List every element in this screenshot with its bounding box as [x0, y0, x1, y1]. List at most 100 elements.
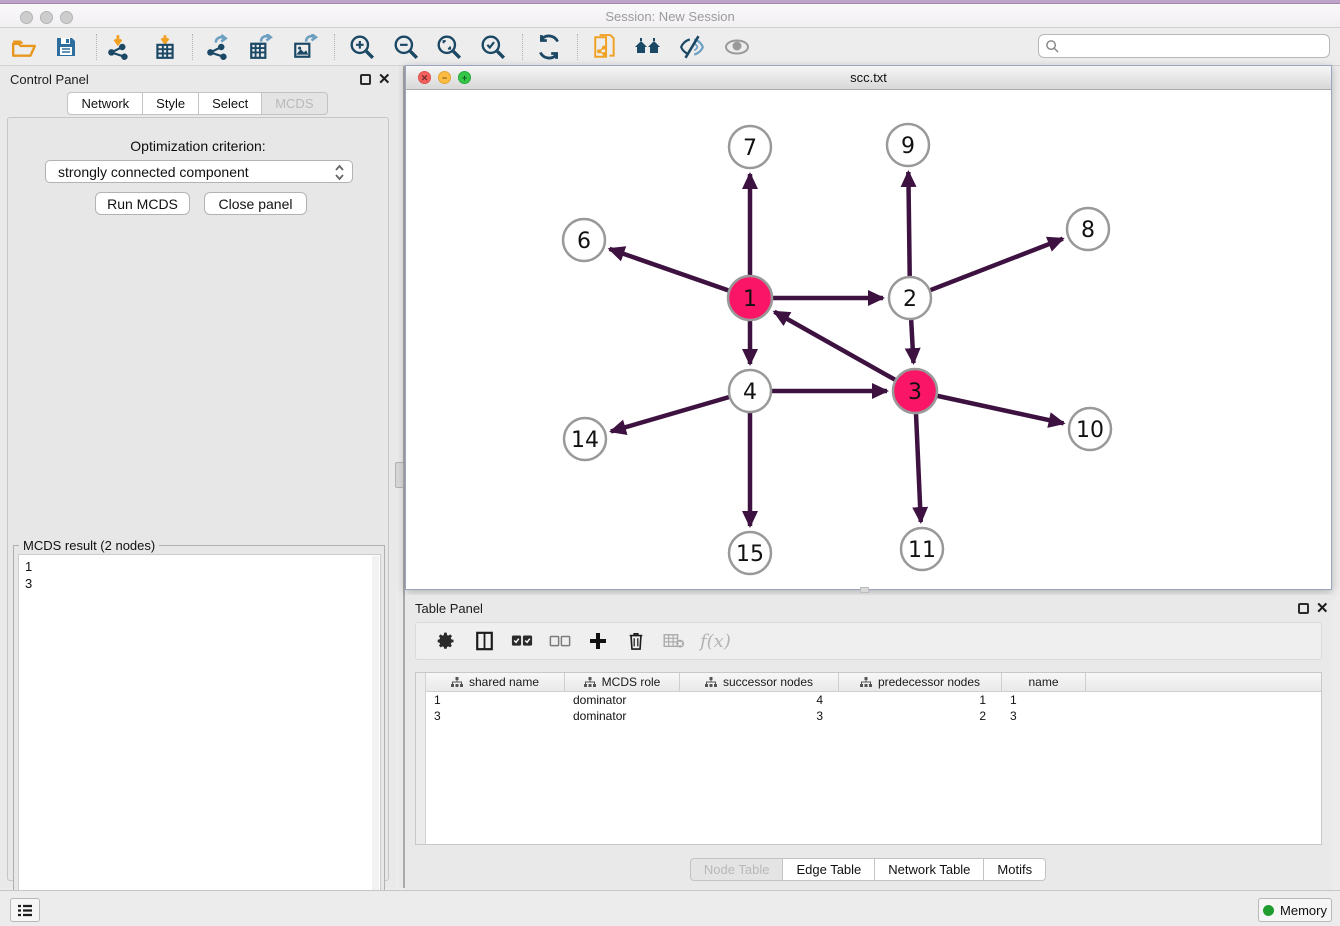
export-table-icon[interactable]: [245, 31, 277, 63]
column-header-successor-nodes[interactable]: successor nodes: [680, 673, 839, 691]
graph-node-14[interactable]: 14: [564, 418, 606, 460]
panel-splitter-grip[interactable]: [395, 462, 404, 488]
network-window-titlebar[interactable]: ✕ − + scc.txt: [406, 66, 1331, 90]
cell-mcds-role[interactable]: dominator: [565, 692, 680, 708]
graph-node-15[interactable]: 15: [729, 532, 771, 574]
sort-hierarchy-icon: [705, 677, 717, 688]
search-input[interactable]: [1060, 36, 1329, 56]
task-history-button[interactable]: [10, 898, 40, 922]
table-panel-title: Table Panel: [415, 601, 483, 616]
close-panel-button[interactable]: Close panel: [204, 192, 307, 215]
graph-node-2[interactable]: 2: [889, 277, 931, 319]
graph-node-10[interactable]: 10: [1069, 408, 1111, 450]
graph-edge-3-10[interactable]: [937, 396, 1063, 423]
sort-hierarchy-icon: [860, 677, 872, 688]
main-toolbar: [0, 28, 1340, 66]
graph-node-6[interactable]: 6: [563, 219, 605, 261]
create-new-column-icon[interactable]: [586, 629, 610, 653]
new-network-from-file-icon[interactable]: [589, 31, 621, 63]
mcds-result-title: MCDS result (2 nodes): [19, 538, 159, 553]
tab-network-table[interactable]: Network Table: [874, 858, 984, 881]
graph-edge-1-6[interactable]: [609, 249, 728, 291]
table-options-gear-icon[interactable]: [434, 629, 458, 653]
table-row[interactable]: 1 dominator 4 1 1: [426, 692, 1321, 708]
tab-motifs[interactable]: Motifs: [983, 858, 1046, 881]
graph-node-9[interactable]: 9: [887, 124, 929, 166]
import-network-icon[interactable]: [103, 31, 135, 63]
tab-select[interactable]: Select: [198, 92, 262, 115]
cell-successor-nodes[interactable]: 4: [680, 692, 839, 708]
result-line: 1: [25, 558, 374, 575]
tab-edge-table[interactable]: Edge Table: [782, 858, 875, 881]
tab-mcds[interactable]: MCDS: [261, 92, 327, 115]
graph-edge-2-3[interactable]: [911, 320, 913, 363]
show-all-networks-icon[interactable]: [632, 31, 664, 63]
memory-button[interactable]: Memory: [1258, 898, 1332, 922]
graph-edge-4-14[interactable]: [611, 397, 729, 431]
search-input-container: [1038, 34, 1330, 58]
cell-predecessor-nodes[interactable]: 1: [839, 692, 1002, 708]
network-canvas[interactable]: 1 2 3 4 6 7 8 9 10 11 14 15: [406, 90, 1331, 589]
tab-style[interactable]: Style: [142, 92, 199, 115]
graph-node-8[interactable]: 8: [1067, 208, 1109, 250]
refresh-icon[interactable]: [533, 31, 565, 63]
open-session-icon[interactable]: [8, 31, 40, 63]
float-table-panel-icon[interactable]: [1298, 603, 1309, 614]
graph-edge-2-9[interactable]: [908, 172, 909, 276]
cell-successor-nodes[interactable]: 3: [680, 708, 839, 724]
criterion-dropdown[interactable]: strongly connected component: [45, 160, 353, 183]
tab-network[interactable]: Network: [67, 92, 143, 115]
select-all-checkboxes-icon[interactable]: [510, 629, 534, 653]
graph-node-3[interactable]: 3: [893, 369, 937, 413]
delete-columns-icon[interactable]: [624, 629, 648, 653]
show-graphics-details-icon[interactable]: [721, 31, 753, 63]
graph-node-7[interactable]: 7: [729, 126, 771, 168]
zoom-in-icon[interactable]: [346, 31, 378, 63]
graph-node-11[interactable]: 11: [901, 528, 943, 570]
column-header-shared-name[interactable]: shared name: [426, 673, 565, 691]
graph-edge-2-8[interactable]: [931, 239, 1063, 290]
memory-status-icon: [1263, 905, 1274, 916]
zoom-fit-icon[interactable]: [433, 31, 465, 63]
canvas-resize-grip[interactable]: [860, 587, 869, 593]
tab-node-table[interactable]: Node Table: [690, 858, 784, 881]
save-session-icon[interactable]: [50, 31, 82, 63]
graph-node-label: 1: [743, 287, 757, 312]
column-header-mcds-role[interactable]: MCDS role: [565, 673, 680, 691]
import-table-icon[interactable]: [149, 31, 181, 63]
graph-node-label: 6: [577, 229, 591, 254]
cell-mcds-role[interactable]: dominator: [565, 708, 680, 724]
cell-name[interactable]: 1: [1002, 692, 1086, 708]
cell-shared-name[interactable]: 3: [426, 708, 565, 724]
column-header-name[interactable]: name: [1002, 673, 1086, 691]
graph-edge-3-1[interactable]: [774, 312, 895, 380]
unselect-all-checkboxes-icon[interactable]: [548, 629, 572, 653]
column-label: successor nodes: [723, 675, 813, 689]
toolbar-separator: [192, 34, 193, 60]
table-row[interactable]: 3 dominator 3 2 3: [426, 708, 1321, 724]
float-panel-icon[interactable]: [360, 74, 371, 85]
graph-edge-3-11[interactable]: [916, 414, 921, 522]
zoom-selected-icon[interactable]: [477, 31, 509, 63]
cell-shared-name[interactable]: 1: [426, 692, 565, 708]
cell-predecessor-nodes[interactable]: 2: [839, 708, 1002, 724]
show-column-icon[interactable]: [472, 629, 496, 653]
graph-node-4[interactable]: 4: [729, 370, 771, 412]
result-line: 3: [25, 575, 374, 592]
network-window-title: scc.txt: [406, 70, 1331, 85]
column-header-predecessor-nodes[interactable]: predecessor nodes: [839, 673, 1002, 691]
zoom-out-icon[interactable]: [390, 31, 422, 63]
export-image-icon[interactable]: [289, 31, 321, 63]
table-panel: Table Panel ✕ f(x): [405, 595, 1332, 890]
result-scrollbar[interactable]: [372, 556, 379, 909]
export-network-icon[interactable]: [202, 31, 234, 63]
mcds-result-textarea[interactable]: 1 3: [18, 554, 381, 909]
table-header-row: shared name MCDS role successor nodes pr…: [426, 673, 1321, 692]
cell-name[interactable]: 3: [1002, 708, 1086, 724]
graph-node-1[interactable]: 1: [728, 276, 772, 320]
close-panel-icon[interactable]: ✕: [378, 70, 391, 88]
hide-graphics-details-icon[interactable]: [676, 31, 708, 63]
close-table-panel-icon[interactable]: ✕: [1316, 599, 1329, 617]
run-mcds-button[interactable]: Run MCDS: [95, 192, 190, 215]
graph-node-label: 10: [1076, 418, 1104, 443]
